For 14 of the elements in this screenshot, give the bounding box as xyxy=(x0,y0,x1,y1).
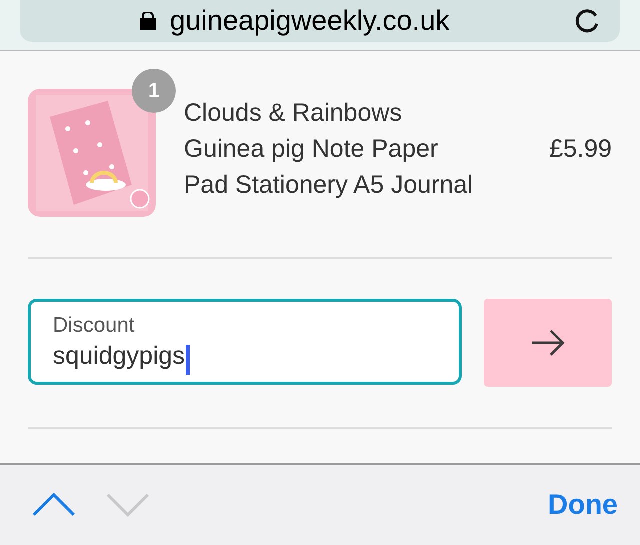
arrow-right-icon xyxy=(531,329,565,357)
chevron-up-icon[interactable] xyxy=(32,493,76,517)
address-bar[interactable]: guineapigweekly.co.uk xyxy=(20,0,620,42)
discount-field[interactable]: Discount squidgypigs xyxy=(28,299,462,385)
quantity-badge: 1 xyxy=(132,69,176,113)
reload-icon[interactable] xyxy=(574,8,600,34)
product-price: £5.99 xyxy=(549,134,612,164)
text-cursor xyxy=(186,344,190,375)
product-title: Clouds & Rainbows Guinea pig Note Paper Pad Stationery A5 Journal xyxy=(184,98,474,201)
lock-icon xyxy=(140,12,156,30)
field-label: Discount xyxy=(53,314,136,338)
url-text: guineapigweekly.co.uk xyxy=(170,5,451,37)
field-value: squidgypigs xyxy=(53,342,186,370)
done-button[interactable]: Done xyxy=(542,488,624,522)
